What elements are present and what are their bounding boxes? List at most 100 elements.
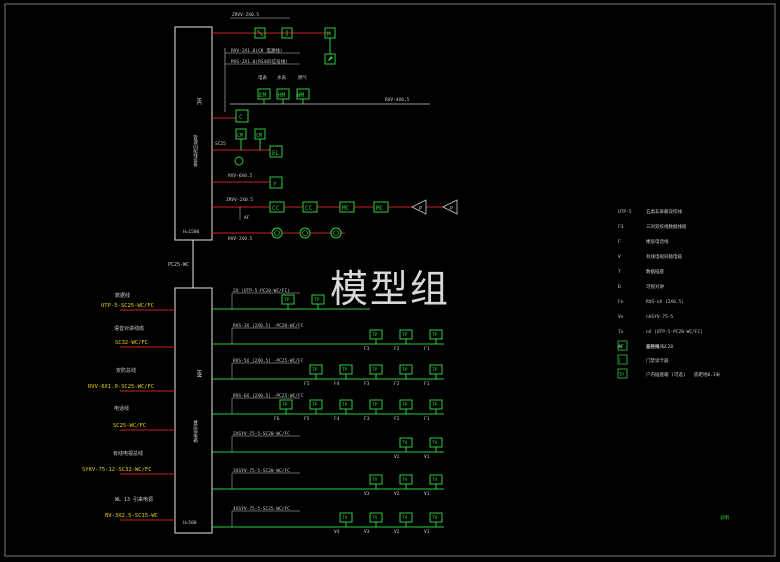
- legend-key: UTP-5: [618, 209, 632, 215]
- lower-cable-label: 2XSYV-75-5-SC20-WC/FC: [233, 431, 290, 437]
- p-label-2: P: [450, 206, 453, 212]
- meter-hm: HM: [278, 92, 286, 99]
- legend-key: Vn: [618, 314, 624, 320]
- meter-col-label-2: 水表: [277, 74, 286, 81]
- floor-label: V4: [334, 529, 340, 535]
- legend-desc: 五类非屏蔽双绞线: [646, 208, 682, 215]
- meter-col-label-1: 电表: [258, 74, 267, 81]
- legend-key: F3: [618, 224, 624, 230]
- upper-circuits: ZRVV-2X0.5 M RVV-2X1.0(CK 电源线) RVS-2X1.0…: [212, 12, 458, 242]
- y-box: Y: [273, 181, 277, 188]
- outlet-label: TP: [432, 332, 438, 338]
- lower-cable-label: 2X (UTP-5-PC20-WC/FC): [233, 288, 290, 294]
- feed-spec-3: RVV-6X1.0-SC25-WC/FC: [88, 384, 154, 390]
- controller-c: C: [239, 114, 243, 121]
- legend-desc: nX (UTP-5-PC20-WC/FC): [646, 329, 703, 335]
- feed-spec-2: SC32-WC/FC: [115, 340, 148, 346]
- floor-label: F6: [274, 416, 280, 422]
- lower-cabinet-sublabel: 楼层弱电箱: [193, 419, 198, 444]
- floor-label: V2: [394, 529, 400, 535]
- lower-circuit-row: 3XSYV-75-5-SC20-WC/FC TV V3 TV V2 TV V1: [212, 468, 444, 497]
- legend-desc: 有线电视同轴电缆: [646, 253, 682, 260]
- lower-cabinet-height: H=500: [183, 520, 197, 526]
- legend-desc: RVS-nX (2X0.5): [646, 299, 684, 305]
- mc-2: MC: [376, 205, 384, 212]
- floor-label: F2: [394, 381, 400, 387]
- cable-label-r1: ZRVV-2X0.5: [232, 12, 259, 18]
- lower-circuit-row: 4XSYV-75-5-SC25-WC/FC TV V4 TV V3 TV V2 TV V1: [212, 506, 444, 535]
- legend-key: V: [618, 254, 621, 260]
- feed-title-1: 数据线: [115, 292, 130, 299]
- outlet-label: TP: [402, 367, 408, 373]
- floor-label: F2: [394, 346, 400, 352]
- upper-cabinet: HC 管理间配线设备 H=1500: [174, 26, 213, 241]
- outlet-label: TP: [342, 402, 348, 408]
- feed-title-2: 语音对讲线缆: [114, 325, 144, 332]
- feed-title-3: 安防总线: [116, 367, 136, 374]
- lower-circuit-row: RVS-5X (2X0.5) -PC25-WC/FC TP F5 TP F4 TP F3 TP…: [212, 358, 444, 387]
- outlet-label: TP: [372, 402, 378, 408]
- floor-label: F2: [394, 416, 400, 422]
- watermark: 模型组: [330, 267, 451, 311]
- outlet-label: TP: [432, 367, 438, 373]
- legend-desc: nXSYV-75-5: [646, 314, 673, 320]
- upper-cabinet-sublabel: 管理间配线设备: [193, 134, 198, 168]
- outlet-label: TP: [372, 367, 378, 373]
- floor-label: F3: [364, 416, 370, 422]
- floor-label: F3: [364, 381, 370, 387]
- floor-label: F5: [304, 416, 310, 422]
- lower-cabinet: HM 楼层弱电箱 H=500: [174, 287, 213, 534]
- p-label-1: P: [419, 206, 422, 212]
- riser-pipe-label: PC25-WC: [168, 262, 189, 268]
- lower-circuit-row: 2XSYV-75-5-SC20-WC/FC TV V2 TV V1: [212, 431, 444, 460]
- cable-label-rvv6: RVV-6X0.5: [228, 173, 253, 179]
- lower-cable-label: RVS-5X (2X0.5) -PC25-WC/FC: [233, 358, 304, 364]
- sensor-circle: [234, 156, 244, 166]
- floor-label: V2: [394, 454, 400, 460]
- outlet-label: TP: [402, 402, 408, 408]
- lower-circuit-row: RVS-6X (2X0.5) -PC25-WC/FC TP F6 TP F5 TP F4 TP…: [212, 393, 444, 422]
- outlet-label: TV: [342, 515, 348, 521]
- lower-cable-label: RVS-6X (2X0.5) -PC25-WC/FC: [233, 393, 304, 399]
- outlet-label: TP: [432, 402, 438, 408]
- feed-title-5: 有线电视总线: [113, 450, 143, 457]
- floor-label: V3: [364, 529, 370, 535]
- legend-desc: 三对双绞线数据线缆: [646, 223, 687, 230]
- circle-device-2: [299, 227, 311, 239]
- legend-symbol-desc: 门禁读卡器: [646, 357, 669, 364]
- el-box: EL: [272, 150, 280, 157]
- outlet-label: TP: [312, 402, 318, 408]
- outlet-label: TV: [432, 440, 438, 446]
- lower-circuits: 2X (UTP-5-PC20-WC/FC)TP TPRVS-3X (2X0.5) …: [212, 288, 444, 535]
- outlet-label: TV: [402, 515, 408, 521]
- legend-desc: 可视对讲: [646, 283, 664, 290]
- cable-label-af: AF: [244, 215, 250, 221]
- legend-symbol-extra: 底距地0.3米: [694, 371, 721, 378]
- legend-symbol-desc: 监控探头: [646, 343, 664, 350]
- cable-label-zrvv2: ZRVV-2X0.5: [226, 197, 253, 203]
- floor-label: F1: [424, 346, 430, 352]
- meter-wm: WM: [297, 92, 305, 99]
- legend-symbol: TP: [619, 372, 624, 377]
- feed-title-6: WL 13 引来电源: [115, 496, 153, 503]
- legend-key: Fn: [618, 299, 624, 305]
- feed-spec-1: UTP-5-SC25-WC/FC: [101, 303, 154, 309]
- outlet-label: TV: [432, 477, 438, 483]
- lower-cabinet-label: HM: [195, 370, 202, 378]
- legend-key: D: [618, 284, 621, 290]
- legend-key: Tn: [618, 329, 624, 335]
- meter-col-label-3: 燃气: [298, 74, 307, 81]
- outlet-label: TV: [432, 515, 438, 521]
- legend-desc: 数据插座: [646, 268, 664, 275]
- outlet-label: TV: [402, 477, 408, 483]
- outlet-label: TP: [342, 367, 348, 373]
- outlet-label: TV: [372, 477, 378, 483]
- lower-cable-label: 3XSYV-75-5-SC20-WC/FC: [233, 468, 290, 474]
- legend: UTP-5 五类非屏蔽双绞线 F3 三对双绞线数据线缆 F 楼层电话线 V 有线电视同轴电缆 T…: [617, 208, 721, 379]
- camera-icon: [327, 56, 333, 62]
- cad-drawing-canvas: HC 管理间配线设备 H=1500 PC25-WC HM 楼层弱电箱 H=500…: [0, 0, 780, 558]
- feed-spec-4: SC25-WC/FC: [113, 423, 146, 429]
- floor-label: V1: [424, 454, 430, 460]
- feed-spec-5: SYKV-75-12-SC32-WC/FC: [82, 467, 152, 473]
- outlet-label: TV: [372, 515, 378, 521]
